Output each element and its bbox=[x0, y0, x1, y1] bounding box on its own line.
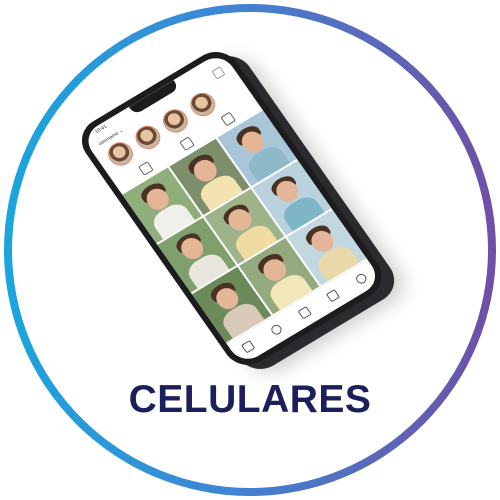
tagged-icon bbox=[219, 111, 236, 127]
reels-tab-icon bbox=[297, 306, 312, 320]
profile-icon bbox=[353, 272, 369, 286]
reels-icon bbox=[178, 136, 195, 151]
grid-icon bbox=[137, 160, 154, 176]
category-title: CELULARES bbox=[128, 378, 372, 421]
story-avatar bbox=[130, 121, 166, 154]
status-time: 10:41 bbox=[94, 123, 109, 136]
shop-icon bbox=[325, 289, 341, 303]
search-icon bbox=[269, 322, 284, 337]
home-icon bbox=[241, 339, 256, 354]
story-avatar bbox=[103, 137, 138, 170]
story-avatar bbox=[185, 88, 220, 121]
story-avatar bbox=[158, 104, 193, 138]
